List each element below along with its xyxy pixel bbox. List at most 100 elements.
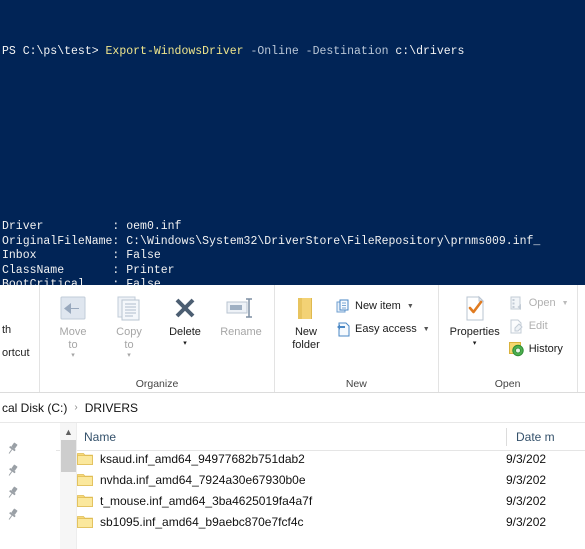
easy-access-caret-icon[interactable]: ▼ [423, 326, 430, 333]
ribbon-group-organize-label: Organize [45, 376, 269, 392]
console-field-label: ClassName [2, 264, 112, 277]
file-name: t_mouse.inf_amd64_3ba4625019fa4a7f [100, 494, 312, 508]
properties-label: Properties [450, 326, 500, 339]
ribbon-group-clipboard: th ortcut [0, 285, 40, 392]
console-blank-2 [2, 132, 585, 147]
rename-label: Rename [220, 326, 262, 339]
column-header-name[interactable]: Name [84, 430, 116, 444]
move-to-caret-icon[interactable]: ▾ [71, 352, 75, 359]
properties-caret-icon[interactable]: ▾ [473, 340, 477, 347]
file-date-modified: 9/3/202 [506, 452, 546, 466]
new-item-icon [335, 298, 351, 314]
pin-icon[interactable] [6, 464, 19, 477]
move-to-icon [58, 292, 88, 326]
file-date-modified: 9/3/202 [506, 515, 546, 529]
new-folder-icon [292, 292, 320, 326]
copy-to-button[interactable]: Copy to ▾ [101, 289, 157, 359]
screenshot-root: PS C:\ps\test> Export-WindowsDriver -Onl… [0, 0, 585, 549]
copy-to-caret-icon[interactable]: ▾ [127, 352, 131, 359]
pin-icon[interactable] [6, 442, 19, 455]
pin-icon[interactable] [6, 508, 19, 521]
copy-path-label-clipped[interactable]: th [2, 324, 34, 336]
new-folder-label: New folder [292, 326, 320, 351]
column-header-date-modified[interactable]: Date m [506, 428, 555, 446]
scroll-up-arrow-icon[interactable]: ▲ [60, 425, 77, 439]
folder-icon [77, 515, 93, 529]
console-argument: c:\drivers [395, 45, 464, 58]
file-row[interactable]: ksaud.inf_amd64_94977682b751dab2 9/3/202 [77, 448, 585, 469]
move-to-label: Move to [60, 326, 87, 351]
powershell-console[interactable]: PS C:\ps\test> Export-WindowsDriver -Onl… [0, 0, 585, 285]
new-small-buttons: New item ▼ Easy access ▼ [332, 289, 433, 339]
console-blank-1 [2, 89, 585, 104]
move-to-button[interactable]: Move to ▾ [45, 289, 101, 359]
delete-label: Delete [169, 326, 201, 339]
new-item-button[interactable]: New item ▼ [332, 296, 433, 316]
folder-icon [77, 452, 93, 466]
console-field-separator: : [112, 278, 126, 285]
console-field-label: Driver [2, 220, 112, 233]
open-button[interactable]: Open ▼ [506, 293, 572, 313]
file-row[interactable]: nvhda.inf_amd64_7924a30e67930b0e9/3/202 [77, 469, 585, 490]
open-small-buttons: Open ▼ Edit [506, 289, 572, 359]
breadcrumb-item-local-disk[interactable]: cal Disk (C:) [0, 401, 69, 415]
new-folder-button[interactable]: New folder [280, 289, 332, 351]
console-field-value: False [126, 278, 161, 285]
delete-icon [170, 292, 200, 326]
copy-to-label: Copy to [116, 326, 142, 351]
ribbon-group-new-label: New [280, 376, 433, 392]
ribbon-group-select: Sel Sel [578, 285, 585, 392]
edit-label: Edit [529, 320, 548, 332]
file-name: ksaud.inf_amd64_94977682b751dab2 [100, 452, 305, 466]
breadcrumb-separator-icon: › [69, 402, 82, 413]
ribbon-group-open: Properties ▾ Open [439, 285, 578, 392]
console-field-label: Inbox [2, 249, 112, 262]
file-list: ksaud.inf_amd64_94977682b751dab29/3/202 … [77, 448, 585, 534]
scrollbar-thumb[interactable] [61, 440, 76, 472]
console-output-line: Driver : oem0.inf [2, 220, 585, 235]
edit-icon [509, 318, 525, 334]
ribbon-group-organize: Move to ▾ [40, 285, 275, 392]
console-output-body: Driver : oem0.infOriginalFileName: C:\Wi… [2, 220, 585, 285]
ribbon: th ortcut Mov [0, 285, 585, 393]
pin-icon[interactable] [6, 486, 19, 499]
ribbon-group-open-label: Open [444, 376, 572, 392]
history-icon [509, 341, 525, 357]
copy-to-icon [114, 292, 144, 326]
file-date-modified: 9/3/202 [506, 494, 546, 508]
file-date-modified: 9/3/202 [506, 473, 546, 487]
console-output-line: Inbox : False [2, 249, 585, 264]
folder-icon [77, 494, 93, 508]
open-icon [509, 295, 525, 311]
easy-access-button[interactable]: Easy access ▼ [332, 319, 433, 339]
history-label: History [529, 343, 563, 355]
file-explorer: th ortcut Mov [0, 285, 585, 549]
console-field-value: Printer [126, 264, 174, 277]
console-field-label: BootCritical [2, 278, 112, 285]
console-field-value: oem0.inf [126, 220, 181, 233]
file-row[interactable]: t_mouse.inf_amd64_3ba4625019fa4a7f 9/3/20… [77, 490, 585, 511]
nav-pane-scrollbar[interactable]: ▲ [60, 423, 77, 549]
console-output-line: OriginalFileName: C:\Windows\System32\Dr… [2, 235, 585, 250]
console-field-separator: : [112, 264, 126, 277]
rename-button[interactable]: Rename [213, 289, 269, 339]
file-row[interactable]: sb1095.inf_amd64_b9aebc870e7fcf4c9/3/202 [77, 511, 585, 532]
new-item-label: New item [355, 300, 401, 312]
history-button[interactable]: History [506, 339, 572, 359]
console-output-line: BootCritical : False [2, 278, 585, 285]
open-caret-icon[interactable]: ▼ [562, 300, 569, 307]
console-params: -Online -Destination [250, 45, 388, 58]
paste-shortcut-label-clipped[interactable]: ortcut [2, 347, 34, 359]
delete-button[interactable]: Delete ▾ [157, 289, 213, 347]
properties-button[interactable]: Properties ▾ [444, 289, 506, 347]
ribbon-group-clipboard-label [2, 376, 34, 392]
rename-icon [224, 292, 258, 326]
breadcrumb[interactable]: cal Disk (C:) › DRIVERS [0, 393, 585, 423]
console-output-line: ClassName : Printer [2, 264, 585, 279]
console-field-label: OriginalFileName [2, 235, 112, 248]
edit-button[interactable]: Edit [506, 316, 572, 336]
new-item-caret-icon[interactable]: ▼ [407, 303, 414, 310]
ribbon-group-new: New folder New item [275, 285, 439, 392]
breadcrumb-item-drivers[interactable]: DRIVERS [83, 401, 140, 415]
delete-caret-icon[interactable]: ▾ [183, 340, 187, 347]
